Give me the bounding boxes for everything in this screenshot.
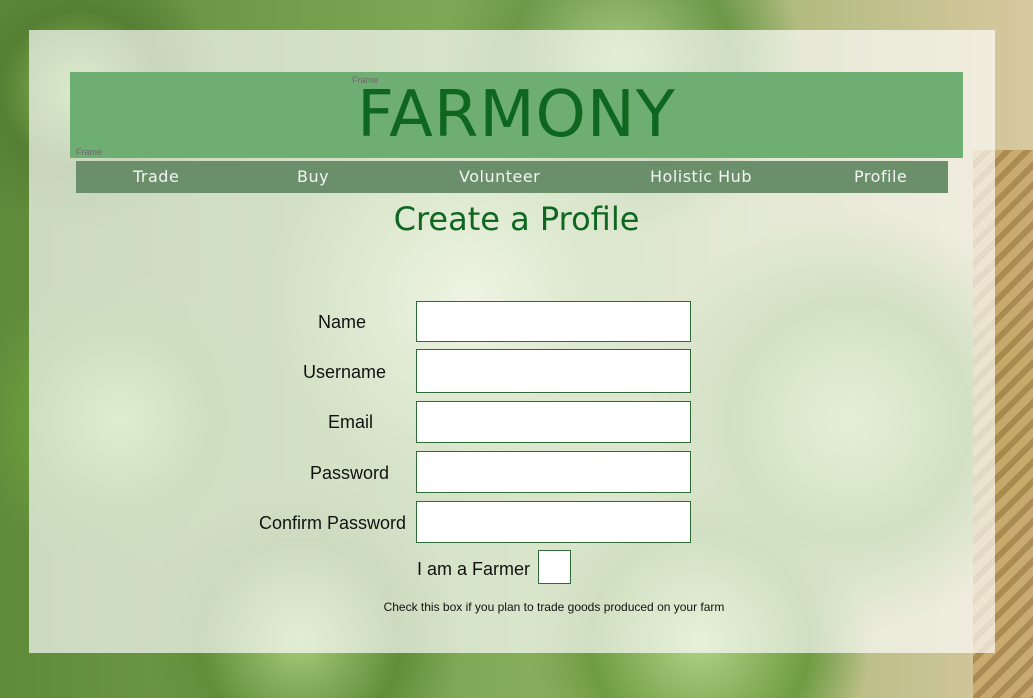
username-field[interactable] [416,349,691,393]
confirm-password-label: Confirm Password [259,513,407,533]
nav-item-volunteer[interactable]: Volunteer [459,161,540,193]
confirm-password-field[interactable] [416,501,691,543]
frame-label: Frame [76,147,103,157]
brand-logo: FARMONY [357,78,676,152]
username-label: Username [303,362,387,382]
nav-item-buy[interactable]: Buy [297,161,329,193]
frame-label: Frame [352,75,379,85]
name-field[interactable] [416,301,691,342]
nav-item-trade[interactable]: Trade [133,161,179,193]
email-field[interactable] [416,401,691,443]
farmer-checkbox[interactable] [538,550,571,584]
email-label: Email [328,412,374,432]
name-label: Name [318,312,367,332]
brand-header: FARMONY [70,72,963,158]
main-nav: Trade Buy Volunteer Holistic Hub Profile [76,161,948,193]
farmer-hint: Check this box if you plan to trade good… [383,600,725,614]
nav-item-holistic-hub[interactable]: Holistic Hub [650,161,752,193]
farmer-checkbox-label: I am a Farmer [417,559,531,579]
password-label: Password [310,463,390,483]
password-field[interactable] [416,451,691,493]
page-title: Create a Profile [393,200,640,238]
nav-item-profile[interactable]: Profile [854,161,907,193]
